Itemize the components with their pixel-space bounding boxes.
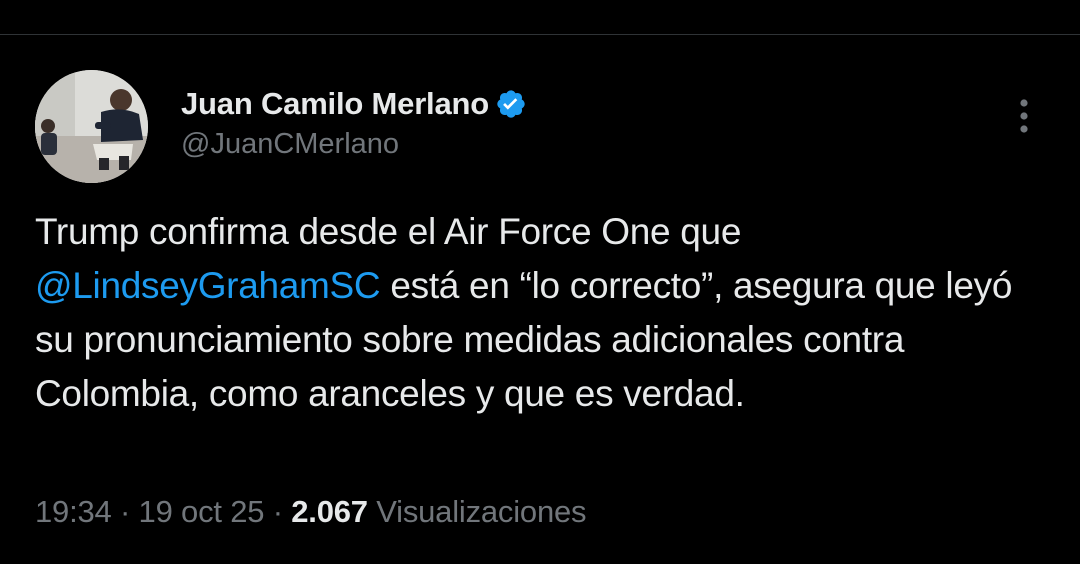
meta-separator: · xyxy=(264,494,292,529)
tweet-header: Juan Camilo Merlano @JuanCMerlano xyxy=(35,70,1045,185)
views-count[interactable]: 2.067 xyxy=(291,494,368,529)
display-name[interactable]: Juan Camilo Merlano xyxy=(181,86,489,122)
tweet-text-part1: Trump confirma desde el Air Force One qu… xyxy=(35,211,742,252)
avatar[interactable] xyxy=(35,70,148,183)
name-row: Juan Camilo Merlano xyxy=(181,84,527,124)
tweet-time[interactable]: 19:34 xyxy=(35,494,112,529)
views-label: Visualizaciones xyxy=(367,494,587,529)
mention-link[interactable]: @LindseyGrahamSC xyxy=(35,265,381,306)
more-options-button[interactable] xyxy=(1007,96,1041,136)
tweet-meta: 19:34 · 19 oct 25 · 2.067 Visualizacione… xyxy=(35,494,587,530)
tweet-text: Trump confirma desde el Air Force One qu… xyxy=(35,205,1045,421)
author-block: Juan Camilo Merlano @JuanCMerlano xyxy=(181,84,527,161)
top-divider xyxy=(0,34,1080,35)
avatar-photo xyxy=(35,70,148,183)
tweet-date[interactable]: 19 oct 25 xyxy=(139,494,265,529)
more-vertical-icon xyxy=(1020,99,1028,133)
verified-badge-icon xyxy=(495,88,527,120)
author-handle[interactable]: @JuanCMerlano xyxy=(181,128,527,161)
meta-separator: · xyxy=(111,494,139,529)
